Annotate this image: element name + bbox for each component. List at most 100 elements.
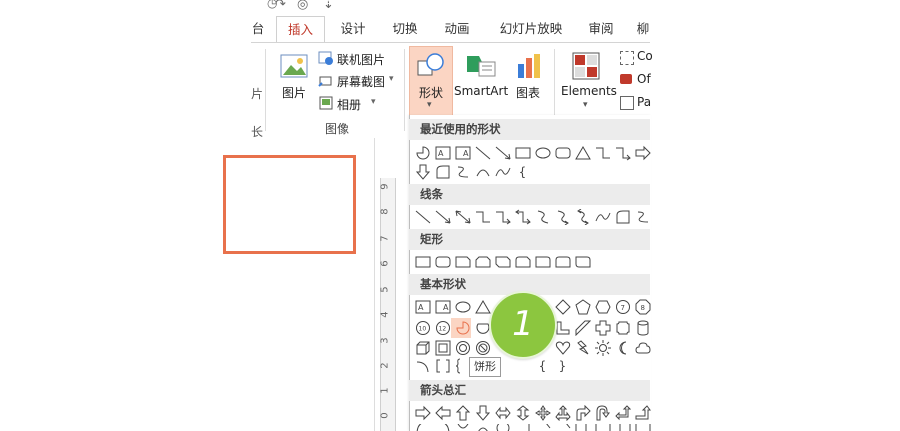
elements-icon[interactable] (571, 51, 601, 81)
notched-arrow-icon[interactable] (514, 424, 531, 431)
text-box-icon[interactable]: A (434, 144, 451, 161)
tab-insert[interactable]: 插入 (276, 16, 325, 43)
line-icon[interactable] (474, 144, 491, 161)
rectangle-icon[interactable] (514, 144, 531, 161)
up-arrow-icon[interactable] (454, 404, 471, 421)
round-same-side-rectangle-icon[interactable] (554, 253, 571, 270)
hexagon-icon[interactable] (594, 298, 611, 315)
arrow-line-icon[interactable] (494, 144, 511, 161)
pie-icon[interactable] (454, 319, 471, 336)
smartart-button[interactable]: SmartArt (454, 84, 508, 98)
bent-up-arrow-icon[interactable] (634, 404, 651, 421)
cutoff-of[interactable]: Of (637, 72, 651, 86)
donut-icon[interactable] (454, 339, 471, 356)
left-callout-icon[interactable] (614, 424, 631, 431)
heptagon-icon[interactable]: 7 (614, 298, 631, 315)
round-diagonal-rectangle-icon[interactable] (574, 253, 591, 270)
snip-same-side-rectangle-icon[interactable] (474, 253, 491, 270)
snip-shape-icon[interactable] (434, 163, 451, 180)
elements-dropdown-icon[interactable]: ▾ (583, 100, 588, 110)
left-right-arrow-icon[interactable] (494, 404, 511, 421)
down-arrow-icon[interactable] (414, 163, 431, 180)
double-bracket-icon[interactable] (434, 357, 451, 374)
rounded-rectangle-icon[interactable] (554, 144, 571, 161)
moon-icon[interactable] (614, 339, 631, 356)
chart-icon[interactable] (516, 52, 542, 80)
right-callout-icon[interactable] (574, 424, 591, 431)
cutoff-co[interactable]: Co (637, 49, 653, 63)
plaque-icon[interactable] (614, 319, 631, 336)
oval-icon[interactable] (454, 298, 471, 315)
chevron-icon[interactable] (554, 424, 571, 431)
elbow-connector-icon[interactable] (474, 208, 491, 225)
tab-slideshow[interactable]: 幻灯片放映 (494, 16, 568, 42)
tab-animations[interactable]: 动画 (437, 16, 477, 42)
no-symbol-icon[interactable] (474, 339, 491, 356)
screenshot-dropdown-icon[interactable]: ▾ (389, 74, 394, 84)
album-button[interactable]: 相册 (337, 96, 361, 113)
vertical-text-box-icon[interactable]: A (434, 298, 451, 315)
snip-round-rectangle-icon[interactable] (514, 253, 531, 270)
triangle-icon[interactable] (474, 298, 491, 315)
bevel-icon[interactable] (434, 339, 451, 356)
elbow-arrow-connector-icon[interactable] (614, 144, 631, 161)
triangle-icon[interactable] (574, 144, 591, 161)
screenshot-button[interactable]: 屏幕截图 (337, 73, 385, 90)
freeform-icon[interactable] (454, 163, 471, 180)
round-corner-rectangle-icon[interactable] (534, 253, 551, 270)
picture-icon[interactable] (280, 51, 310, 81)
left-right-up-arrow-icon[interactable] (554, 404, 571, 421)
album-dropdown-icon[interactable]: ▾ (371, 97, 376, 107)
up-callout-icon[interactable] (634, 424, 651, 431)
line-icon[interactable] (414, 208, 431, 225)
curve-icon[interactable] (594, 208, 611, 225)
curve-icon[interactable] (494, 163, 511, 180)
right-arrow-icon[interactable] (634, 144, 651, 161)
can-icon[interactable] (634, 319, 651, 336)
elbow-arrow-connector-icon[interactable] (494, 208, 511, 225)
dodecagon-icon[interactable]: 12 (434, 319, 451, 336)
left-up-arrow-icon[interactable] (614, 404, 631, 421)
elbow-double-arrow-icon[interactable] (514, 208, 531, 225)
down-arrow-icon[interactable] (474, 404, 491, 421)
pentagon-arrow-icon[interactable] (534, 424, 551, 431)
shapes-button[interactable]: 形状 ▾ (409, 46, 453, 119)
cube-icon[interactable] (414, 339, 431, 356)
left-brace-icon[interactable]: { (514, 163, 531, 180)
left-brace-icon[interactable]: { (534, 357, 551, 374)
up-down-arrow-icon[interactable] (514, 404, 531, 421)
elbow-connector-icon[interactable] (594, 144, 611, 161)
chart-button[interactable]: 图表 (516, 84, 540, 101)
customize-icon[interactable]: ⇣ (323, 0, 334, 12)
rounded-rectangle-icon[interactable] (434, 253, 451, 270)
freeform-shape-icon[interactable] (614, 208, 631, 225)
snip-diagonal-rectangle-icon[interactable] (494, 253, 511, 270)
slide-rectangle-shape[interactable] (223, 155, 356, 254)
diagonal-stripe-icon[interactable] (574, 319, 591, 336)
hidden-shape-icon[interactable] (514, 357, 531, 374)
right-arrow-icon[interactable] (414, 404, 431, 421)
cross-icon[interactable] (594, 319, 611, 336)
curved-right-arrow-icon[interactable] (414, 424, 431, 431)
arc-icon[interactable] (414, 357, 431, 374)
smartart-icon[interactable] (465, 52, 497, 80)
cutoff-pa[interactable]: Pa (637, 95, 651, 109)
pie-shape-icon[interactable] (414, 144, 431, 161)
tab-design[interactable]: 设计 (333, 16, 373, 42)
arc-icon[interactable] (474, 163, 491, 180)
down-callout-icon[interactable] (594, 424, 611, 431)
diamond-icon[interactable] (554, 298, 571, 315)
oval-icon[interactable] (534, 144, 551, 161)
left-arrow-icon[interactable] (434, 404, 451, 421)
quad-arrow-icon[interactable] (534, 404, 551, 421)
scribble-icon[interactable] (634, 208, 651, 225)
curved-down-arrow-icon[interactable] (474, 424, 491, 431)
tab-transitions[interactable]: 切换 (385, 16, 425, 42)
view-icon[interactable]: ◎ (297, 0, 308, 12)
bent-arrow-icon[interactable] (574, 404, 591, 421)
snip-corner-rectangle-icon[interactable] (454, 253, 471, 270)
sun-icon[interactable] (594, 339, 611, 356)
vertical-text-box-icon[interactable]: A (454, 144, 471, 161)
curved-left-arrow-icon[interactable] (434, 424, 451, 431)
picture-button[interactable]: 图片 (282, 84, 306, 101)
